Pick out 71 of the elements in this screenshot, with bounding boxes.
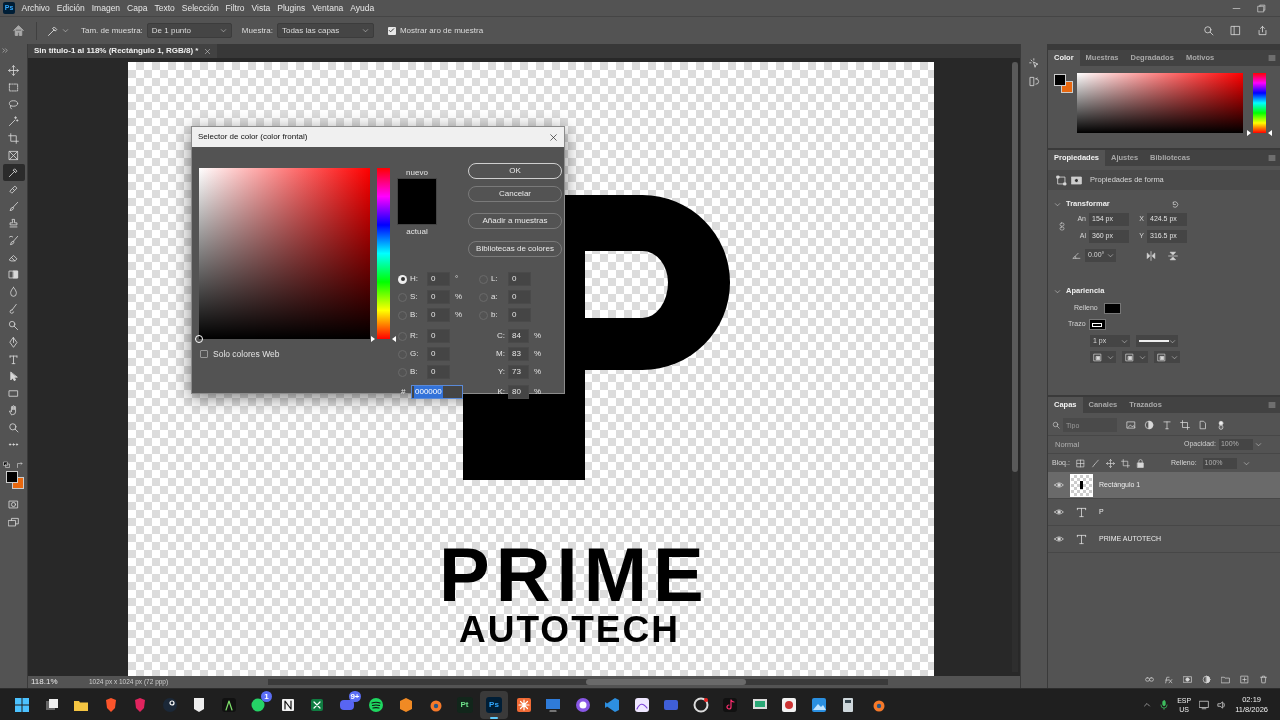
dropdown-value: De 1 punto	[151, 24, 191, 37]
value-field[interactable]: 0	[427, 272, 450, 286]
taskbar-button[interactable]: 9+	[332, 690, 361, 719]
value-field[interactable]: 80	[508, 385, 529, 399]
checkbox-label: Mostrar aro de muestra	[399, 24, 484, 37]
value-field[interactable]: 0	[427, 290, 450, 304]
field-label: H:	[410, 273, 419, 285]
menu-item[interactable]: Ventana	[309, 1, 346, 15]
menu-item[interactable]: Edición	[54, 1, 88, 15]
value-field[interactable]: 0	[427, 308, 450, 322]
taskbar-button[interactable]: Ps	[480, 690, 508, 719]
zoom-level: 118.1%	[31, 676, 59, 688]
unit-label: %	[455, 291, 463, 303]
taskbar-button[interactable]: Pt	[450, 690, 479, 719]
value-field[interactable]: 0	[508, 308, 531, 322]
field-label: L:	[491, 273, 499, 285]
menu-item[interactable]: Vista	[249, 1, 273, 15]
field-label: Muestra:	[241, 24, 273, 37]
field-label: B:	[410, 309, 419, 321]
unit-label: %	[534, 348, 542, 360]
menu-item[interactable]: Plugins	[274, 1, 308, 15]
logo-title: PRIME	[439, 537, 710, 613]
menu-item[interactable]: Imagen	[89, 1, 123, 15]
value-field[interactable]: 84	[508, 329, 529, 343]
dialog-title: Selector de color (color frontal)	[198, 131, 308, 143]
unit-label: %	[534, 366, 542, 378]
unit-label: %	[534, 386, 542, 398]
menu-item[interactable]: Capa	[124, 1, 150, 15]
field-label: C:	[496, 330, 505, 342]
value-field[interactable]: 83	[508, 347, 529, 361]
menu-item[interactable]: Archivo	[19, 1, 53, 15]
field-label: R:	[410, 330, 419, 342]
unit-label: %	[455, 309, 463, 321]
field-label: Tam. de muestra:	[81, 24, 143, 37]
dropdown-value: Todas las capas	[281, 24, 340, 37]
value-field[interactable]: 0	[508, 272, 531, 286]
value-field[interactable]: 73	[508, 365, 529, 379]
value-field[interactable]: 0	[427, 347, 450, 361]
checkbox-label: Solo colores Web	[213, 348, 280, 361]
field-label: S:	[410, 291, 419, 303]
field-label: G:	[410, 348, 420, 360]
logo-subtitle: AUTOTECH	[459, 611, 680, 648]
taskbar-button[interactable]: 1	[244, 690, 272, 719]
hex-field[interactable]: 000000	[411, 385, 463, 399]
menu-item[interactable]: Selección	[179, 1, 222, 15]
menu-item[interactable]: Ayuda	[347, 1, 377, 15]
value-field[interactable]: 0	[427, 365, 450, 379]
menu-item[interactable]: Filtro	[223, 1, 247, 15]
dropdown[interactable]: De 1 punto	[146, 23, 232, 38]
menu-item[interactable]: Texto	[151, 1, 178, 15]
app-logo: Ps	[486, 696, 502, 713]
swatch-label: actual	[406, 227, 428, 237]
field-label: Y:	[496, 366, 505, 378]
field-value: 000000	[414, 386, 443, 398]
field-label: #	[401, 386, 407, 398]
field-label: B:	[410, 366, 419, 378]
dropdown[interactable]: Todas las capas	[276, 23, 374, 38]
app-logo: Pt	[456, 696, 473, 713]
document-tab[interactable]: Sin título-1 al 118% (Rectángulo 1, RGB/8) *	[28, 44, 218, 58]
field-label: b:	[491, 309, 499, 321]
unit-label: °	[455, 273, 459, 285]
swatch-label: nuevo	[406, 168, 428, 178]
field-label: a:	[491, 291, 499, 303]
document-title: Sin título-1 al 118% (Rectángulo 1, RGB/8) *	[34, 45, 199, 57]
notification-badge: 1	[261, 690, 272, 702]
field-label: M:	[495, 348, 505, 360]
value-field[interactable]: 0	[508, 290, 531, 304]
value-field[interactable]: 0	[427, 329, 450, 343]
notification-badge: 9+	[349, 690, 361, 702]
unit-label: %	[534, 330, 542, 342]
field-label: K:	[496, 386, 505, 398]
